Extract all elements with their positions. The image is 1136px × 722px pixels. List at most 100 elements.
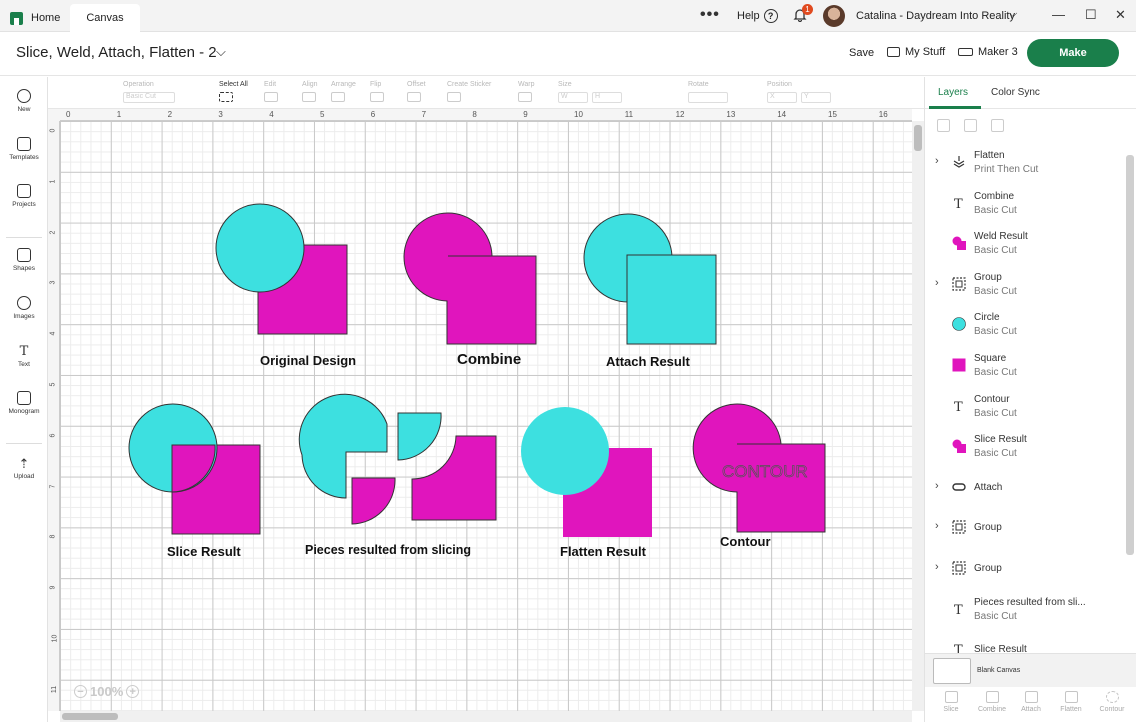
flip-control[interactable]: Flip [370,81,384,102]
make-button[interactable]: Make [1027,39,1119,67]
project-title[interactable]: Slice, Weld, Attach, Flatten - 2 [16,44,217,61]
design-canvas[interactable]: Original Design Combine Attach Result Sl… [60,121,912,711]
flatten-button[interactable]: Flatten [1051,691,1091,713]
help-icon: ? [763,9,778,23]
tab-home[interactable]: Home [10,4,60,32]
layer-item[interactable]: T Slice Result [925,630,1125,653]
label-slice-result[interactable]: Slice Result [167,544,241,559]
my-stuff-label: My Stuff [905,46,946,58]
layer-item[interactable]: T Contour Basic Cut [925,387,1125,427]
offset-icon [407,92,421,102]
label-combine[interactable]: Combine [457,351,521,368]
label-attach-result[interactable]: Attach Result [606,354,690,369]
zoom-out-button[interactable]: − [74,685,87,698]
layer-item[interactable]: › Group [925,508,1125,548]
sidebar-item-monogram[interactable]: Monogram [0,391,48,415]
select-all-control[interactable]: Select All [219,81,248,102]
attach-button[interactable]: Attach [1011,691,1051,713]
layer-item[interactable]: › Flatten Print Then Cut [925,143,1125,183]
layer-name: Slice Result [974,644,1027,653]
arrange-control[interactable]: Arrange [331,81,356,102]
chevron-right-icon[interactable]: › [935,277,939,289]
save-button[interactable]: Save [849,47,874,59]
width-field[interactable]: W [558,92,588,103]
canvas-horizontal-scrollbar[interactable] [60,711,912,722]
layer-item[interactable]: Weld Result Basic Cut [925,224,1125,264]
create-sticker-control[interactable]: Create Sticker [447,81,491,102]
y-field[interactable]: Y [801,92,831,103]
layer-item[interactable]: › Group Basic Cut [925,265,1125,305]
label-flatten-result[interactable]: Flatten Result [560,544,646,559]
chevron-right-icon[interactable]: › [935,155,939,167]
sliced-pieces[interactable] [298,393,497,525]
tab-canvas[interactable]: Canvas [70,4,140,32]
chevron-right-icon[interactable]: › [935,480,939,492]
canvas-swatch[interactable] [933,658,971,684]
operation-control[interactable]: Operation Basic Cut [123,81,175,103]
warp-icon [518,92,532,102]
sidebar-item-upload[interactable]: ⇡ Upload [0,456,48,480]
offset-control[interactable]: Offset [407,81,426,102]
combine-shape[interactable] [403,212,537,345]
canvas-vertical-scrollbar[interactable] [912,121,924,711]
zoom-in-button[interactable]: + [126,685,140,698]
slice-result-shapes[interactable] [128,403,261,535]
minimize-icon[interactable]: — [1052,7,1065,22]
sidebar-item-images[interactable]: Images [0,296,48,320]
chevron-down-icon[interactable]: ⌵ [1009,8,1017,21]
size-control[interactable]: Size W H [558,81,622,103]
contour-button[interactable]: Contour [1092,691,1132,713]
user-name[interactable]: Catalina - Daydream Into Reality [856,10,1015,22]
x-field[interactable]: X [767,92,797,103]
delete-icon[interactable] [991,119,1004,132]
avatar[interactable] [823,5,845,27]
chevron-right-icon[interactable]: › [935,520,939,532]
layer-item[interactable]: T Pieces resulted from sli... Basic Cut [925,590,1125,630]
slice-button[interactable]: Slice [931,691,971,713]
operation-select[interactable]: Basic Cut [123,92,175,103]
sidebar-item-projects[interactable]: Projects [0,184,48,208]
height-field[interactable]: H [592,92,622,103]
more-icon[interactable]: ••• [700,6,720,24]
contour-text[interactable]: CONTOUR [722,462,808,482]
position-control[interactable]: Position X Y [767,81,831,103]
tab-layers[interactable]: Layers [938,87,968,98]
layer-item[interactable]: T Combine Basic Cut [925,184,1125,224]
rotate-control[interactable]: Rotate [688,81,728,103]
sidebar-item-new[interactable]: New [0,89,48,113]
close-icon[interactable]: ✕ [1115,7,1126,23]
edit-control[interactable]: Edit [264,81,278,102]
layer-item[interactable]: › Group [925,549,1125,589]
attach-shapes[interactable] [583,213,717,345]
sidebar-item-shapes[interactable]: Shapes [0,248,48,272]
combine-button[interactable]: Combine [972,691,1012,713]
layer-item[interactable]: Square Basic Cut [925,346,1125,386]
maximize-icon[interactable]: ☐ [1085,7,1097,23]
scroll-thumb[interactable] [914,125,922,151]
flatten-result-shapes[interactable] [521,407,652,537]
label-original-design[interactable]: Original Design [260,353,356,368]
rotate-field[interactable] [688,92,728,103]
blank-canvas-row[interactable]: Blank Canvas [925,653,1136,687]
sidebar-item-templates[interactable]: Templates [0,137,48,161]
layer-item[interactable]: › Attach [925,468,1125,508]
original-design-shapes[interactable] [215,203,348,335]
chevron-down-icon[interactable]: ⌵ [216,44,226,60]
warp-control[interactable]: Warp [518,81,534,102]
group-icon[interactable] [937,119,950,132]
layer-item[interactable]: Circle Basic Cut [925,305,1125,345]
label-contour[interactable]: Contour [720,534,771,549]
my-stuff-button[interactable]: My Stuff [887,46,945,58]
sidebar-item-text[interactable]: T Text [0,344,48,368]
notifications-button[interactable]: 1 [793,4,813,23]
chevron-right-icon[interactable]: › [935,561,939,573]
layers-scrollbar[interactable] [1126,155,1134,555]
scroll-thumb[interactable] [62,713,118,720]
help-button[interactable]: Help ? [737,9,778,23]
layer-item[interactable]: Slice Result Basic Cut [925,427,1125,467]
machine-button[interactable]: Maker 3 [958,46,1018,58]
label-pieces[interactable]: Pieces resulted from slicing [305,543,471,557]
align-control[interactable]: Align [302,81,318,102]
duplicate-icon[interactable] [964,119,977,132]
tab-color-sync[interactable]: Color Sync [991,87,1040,98]
